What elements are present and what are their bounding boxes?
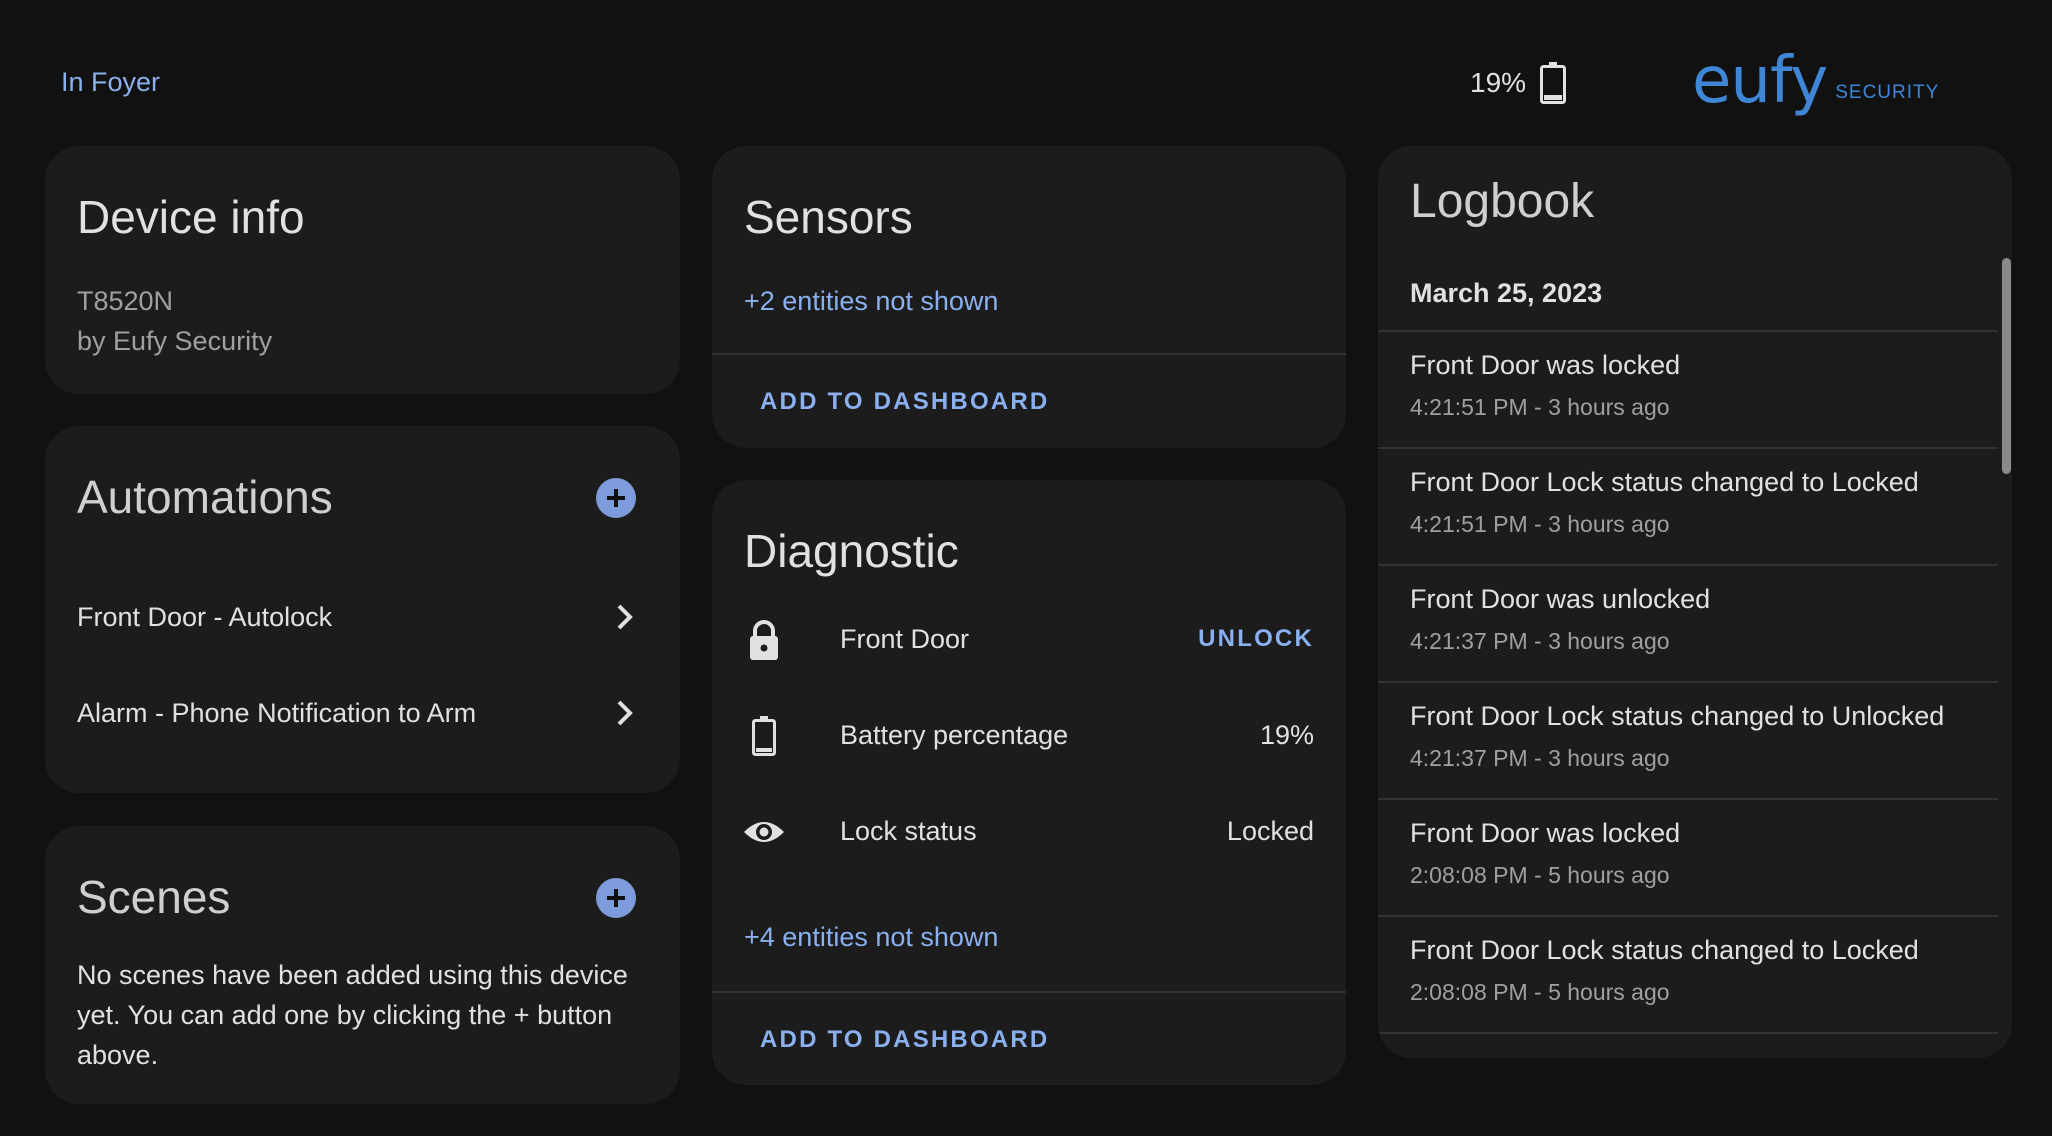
battery-icon <box>1540 62 1567 104</box>
scenes-empty-text: No scenes have been added using this dev… <box>77 960 628 1070</box>
diagnostic-row-lock-status[interactable]: Lock status Locked <box>712 802 1346 862</box>
logbook-entry[interactable]: Front Door was locked 2:08:08 PM - 5 hou… <box>1378 798 1998 915</box>
eufy-logo: eufy SECURITY <box>1692 44 1940 118</box>
battery-icon <box>752 716 776 756</box>
diagnostic-card: Diagnostic Front Door UNLOCK Battery per… <box>712 480 1346 1085</box>
header: In Foyer 19% eufy SECURITY <box>0 0 2052 146</box>
sensors-add-to-dashboard-button[interactable]: ADD TO DASHBOARD <box>760 388 1049 416</box>
logbook-scrollbar[interactable] <box>2002 258 2011 474</box>
diagnostic-name: Lock status <box>840 816 977 846</box>
logo-brand: eufy <box>1692 44 1828 118</box>
scenes-card: Scenes No scenes have been added using t… <box>45 826 680 1104</box>
plus-icon <box>607 889 625 907</box>
logbook-entry[interactable]: Front Door Lock status changed to Locked… <box>1378 915 1998 1032</box>
diagnostic-row-battery[interactable]: Battery percentage 19% <box>712 706 1346 766</box>
diagnostic-row-front-door[interactable]: Front Door UNLOCK <box>712 610 1346 670</box>
sensors-hidden-entities-link[interactable]: +2 entities not shown <box>744 286 998 317</box>
diagnostic-value: Locked <box>1226 816 1314 846</box>
diagnostic-hidden-entities-link[interactable]: +4 entities not shown <box>744 922 998 953</box>
logbook-card: Logbook March 25, 2023 Front Door was lo… <box>1378 146 2012 1058</box>
logo-sub: SECURITY <box>1835 82 1940 103</box>
automations-card: Automations Front Door - Autolock Alarm … <box>45 426 680 793</box>
logbook-message: Front Door Lock status changed to Locked <box>1410 935 1919 965</box>
logbook-time: 4:21:37 PM - 3 hours ago <box>1410 628 1670 654</box>
automations-title: Automations <box>77 471 333 523</box>
divider <box>1378 564 1998 566</box>
unlock-button[interactable]: UNLOCK <box>1198 625 1314 653</box>
battery-percentage: 19% <box>1470 67 1527 98</box>
divider <box>1378 915 1998 917</box>
logbook-message: Front Door was unlocked <box>1410 584 1711 614</box>
divider <box>1378 1032 1998 1034</box>
divider <box>712 991 1346 993</box>
divider <box>1378 681 1998 683</box>
logbook-message: Front Door Lock status changed to Unlock… <box>1410 701 1945 731</box>
automation-item[interactable]: Front Door - Autolock <box>45 587 680 647</box>
automation-item[interactable]: Alarm - Phone Notification to Arm <box>45 683 680 743</box>
logbook-entry[interactable]: Front Door was locked 4:21:51 PM - 3 hou… <box>1378 330 1998 447</box>
logbook-message: Front Door Lock status changed to Locked <box>1410 467 1919 497</box>
diagnostic-title: Diagnostic <box>744 525 959 577</box>
logbook-entry[interactable]: Front Door Lock status changed to Locked… <box>1378 447 1998 564</box>
scenes-title: Scenes <box>77 871 231 923</box>
diagnostic-name: Battery percentage <box>840 720 1069 750</box>
logbook-time: 4:21:37 PM - 3 hours ago <box>1410 745 1670 771</box>
diagnostic-name: Front Door <box>840 624 970 654</box>
battery-status: 19% <box>1470 62 1567 104</box>
logbook-message: Front Door was locked <box>1410 818 1681 848</box>
add-automation-button[interactable] <box>596 478 636 518</box>
automation-label: Alarm - Phone Notification to Arm <box>77 697 477 728</box>
logbook-time: 4:21:51 PM - 3 hours ago <box>1410 394 1670 420</box>
device-info-title: Device info <box>77 191 305 243</box>
plus-icon <box>607 489 625 507</box>
add-scene-button[interactable] <box>596 878 636 918</box>
device-info-card: Device info T8520N by Eufy Security <box>45 146 680 394</box>
logbook-entry[interactable]: Front Door was unlocked 4:21:37 PM - 3 h… <box>1378 564 1998 681</box>
device-model: T8520N <box>77 286 174 316</box>
logbook-time: 4:21:51 PM - 3 hours ago <box>1410 511 1670 537</box>
logbook-date: March 25, 2023 <box>1410 278 1603 308</box>
device-manufacturer: by Eufy Security <box>77 326 273 356</box>
logbook-time: 2:08:08 PM - 5 hours ago <box>1410 862 1670 888</box>
lock-icon <box>750 620 778 660</box>
divider <box>1378 447 1998 449</box>
area-link[interactable]: In Foyer <box>61 67 160 98</box>
diagnostic-add-to-dashboard-button[interactable]: ADD TO DASHBOARD <box>760 1026 1049 1054</box>
divider <box>1378 330 1998 332</box>
sensors-card: Sensors +2 entities not shown ADD TO DAS… <box>712 146 1346 448</box>
divider <box>1378 798 1998 800</box>
sensors-title: Sensors <box>744 191 913 243</box>
logbook-title: Logbook <box>1410 175 1595 228</box>
logbook-entry[interactable] <box>1378 1032 1998 1058</box>
logbook-message: Front Door was locked <box>1410 350 1681 380</box>
logbook-entry[interactable]: Front Door Lock status changed to Unlock… <box>1378 681 1998 798</box>
chevron-right-icon <box>617 604 633 630</box>
diagnostic-value: 19% <box>1259 720 1314 750</box>
divider <box>712 353 1346 355</box>
automation-label: Front Door - Autolock <box>77 601 333 632</box>
logbook-time: 2:08:08 PM - 5 hours ago <box>1410 979 1670 1005</box>
chevron-right-icon <box>617 700 633 726</box>
eye-icon <box>744 822 784 842</box>
